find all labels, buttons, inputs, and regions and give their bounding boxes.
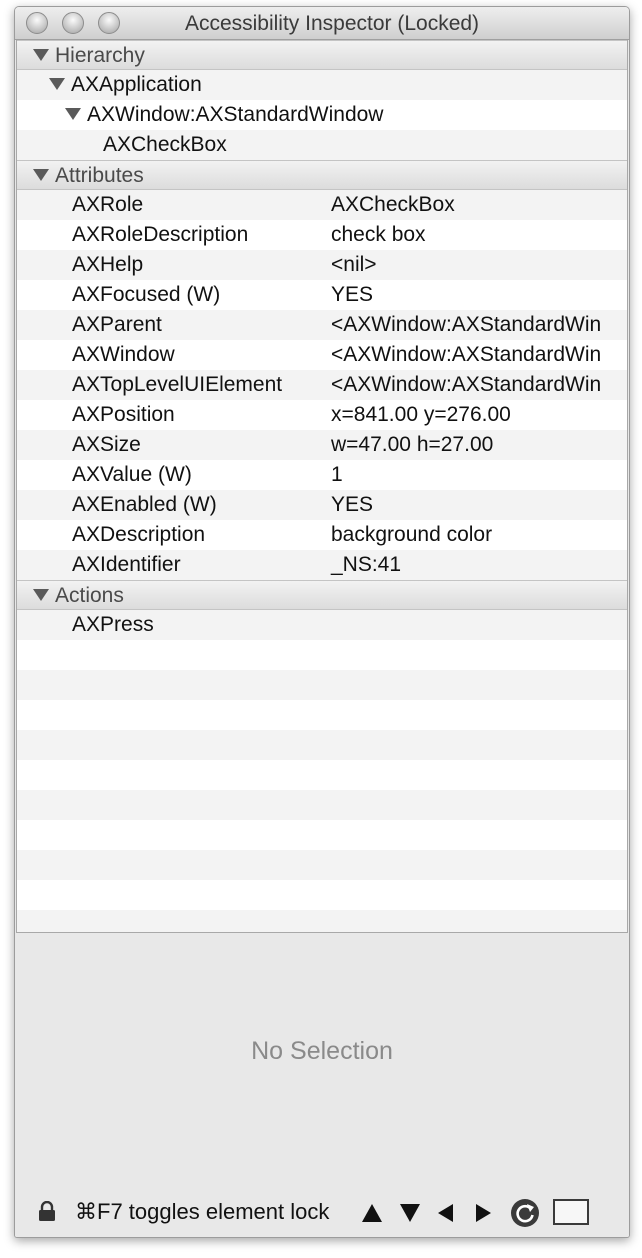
attribute-value: background color [331, 523, 493, 546]
attribute-key: AXRoleDescription [72, 223, 249, 246]
attribute-value: YES [331, 493, 374, 516]
disclosure-triangle-icon[interactable] [33, 589, 49, 601]
attribute-value: x=841.00 y=276.00 [331, 403, 511, 426]
attribute-key: AXHelp [72, 253, 144, 276]
disclosure-triangle-icon[interactable] [49, 78, 65, 90]
attribute-value: <AXWindow:AXStandardWin [331, 373, 602, 396]
attribute-key: AXWindow [72, 343, 175, 366]
attribute-row[interactable]: AXTopLevelUIElement <AXWindow:AXStandard… [17, 370, 627, 400]
empty-row [17, 760, 627, 790]
detail-pane: No Selection ⌘F7 toggles element lock [15, 933, 629, 1237]
inspector-outline: Hierarchy AXApplication AXWindow:AXStand… [16, 40, 628, 933]
action-label: AXPress [72, 613, 154, 636]
section-label-actions: Actions [55, 584, 124, 607]
attribute-row[interactable]: AXValue (W) 1 [17, 460, 627, 490]
attribute-row[interactable]: AXDescription background color [17, 520, 627, 550]
attribute-row[interactable]: AXRole AXCheckBox [17, 190, 627, 220]
attribute-value: 1 [331, 463, 343, 486]
attribute-key: AXEnabled (W) [72, 493, 217, 516]
attribute-value: <AXWindow:AXStandardWin [331, 343, 602, 366]
empty-row [17, 910, 627, 932]
lock-icon[interactable] [37, 1201, 57, 1221]
arrow-down-icon[interactable] [397, 1200, 423, 1226]
disclosure-triangle-icon[interactable] [33, 49, 49, 61]
window-title: Accessibility Inspector (Locked) [184, 12, 480, 35]
attribute-row[interactable]: AXParent <AXWindow:AXStandardWin [17, 310, 627, 340]
accessibility-inspector-window: Accessibility Inspector (Locked) Hierarc… [14, 6, 630, 1238]
attribute-value: YES [331, 283, 374, 306]
action-row[interactable]: AXPress [17, 610, 627, 640]
title-bar: Accessibility Inspector (Locked) [15, 7, 629, 40]
attribute-key: AXSize [72, 433, 141, 456]
section-label-attributes: Attributes [55, 164, 144, 187]
attribute-row[interactable]: AXWindow <AXWindow:AXStandardWin [17, 340, 627, 370]
attribute-value: w=47.00 h=27.00 [331, 433, 494, 456]
refresh-icon[interactable] [510, 1198, 540, 1228]
attribute-key: AXPosition [72, 403, 175, 426]
section-header-hierarchy[interactable]: Hierarchy [17, 40, 627, 70]
arrow-left-icon[interactable] [433, 1200, 459, 1226]
attribute-row[interactable]: AXRoleDescription check box [17, 220, 627, 250]
attribute-row[interactable]: AXHelp <nil> [17, 250, 627, 280]
footer-bar: ⌘F7 toggles element lock [15, 1195, 629, 1229]
attribute-value: <AXWindow:AXStandardWin [331, 313, 602, 336]
attribute-value: _NS:41 [331, 553, 402, 576]
highlight-rect-icon[interactable] [553, 1199, 589, 1225]
attribute-value: AXCheckBox [331, 193, 455, 216]
empty-row [17, 880, 627, 910]
attribute-key: AXRole [72, 193, 144, 216]
attribute-row[interactable]: AXFocused (W) YES [17, 280, 627, 310]
attribute-key: AXDescription [72, 523, 206, 546]
empty-row [17, 670, 627, 700]
attribute-key: AXFocused (W) [72, 283, 221, 306]
disclosure-triangle-icon[interactable] [33, 169, 49, 181]
arrow-up-icon[interactable] [359, 1200, 385, 1226]
lock-hint-text: ⌘F7 toggles element lock [75, 1199, 330, 1224]
attribute-value: check box [331, 223, 426, 246]
empty-row [17, 640, 627, 670]
hierarchy-item-label: AXApplication [71, 73, 202, 96]
section-header-actions[interactable]: Actions [17, 580, 627, 610]
section-header-attributes[interactable]: Attributes [17, 160, 627, 190]
attribute-row[interactable]: AXIdentifier _NS:41 [17, 550, 627, 580]
attribute-value: <nil> [331, 253, 377, 276]
attribute-key: AXValue (W) [72, 463, 192, 486]
empty-row [17, 730, 627, 760]
disclosure-triangle-icon[interactable] [65, 108, 81, 120]
attribute-row[interactable]: AXEnabled (W) YES [17, 490, 627, 520]
attribute-row[interactable]: AXPosition x=841.00 y=276.00 [17, 400, 627, 430]
hierarchy-item[interactable]: AXWindow:AXStandardWindow [17, 100, 627, 130]
attribute-key: AXIdentifier [72, 553, 181, 576]
hierarchy-item[interactable]: AXApplication [17, 70, 627, 100]
arrow-right-icon[interactable] [470, 1200, 496, 1226]
empty-row [17, 850, 627, 880]
empty-row [17, 790, 627, 820]
attribute-key: AXTopLevelUIElement [72, 373, 283, 396]
no-selection-label: No Selection [251, 1037, 393, 1065]
hierarchy-item-selected[interactable]: AXCheckBox [17, 130, 627, 160]
section-label-hierarchy: Hierarchy [55, 44, 145, 67]
empty-row [17, 700, 627, 730]
empty-row [17, 820, 627, 850]
hierarchy-item-label: AXCheckBox [103, 133, 227, 156]
hierarchy-item-label: AXWindow:AXStandardWindow [87, 103, 384, 126]
attribute-row[interactable]: AXSize w=47.00 h=27.00 [17, 430, 627, 460]
attribute-key: AXParent [72, 313, 162, 336]
